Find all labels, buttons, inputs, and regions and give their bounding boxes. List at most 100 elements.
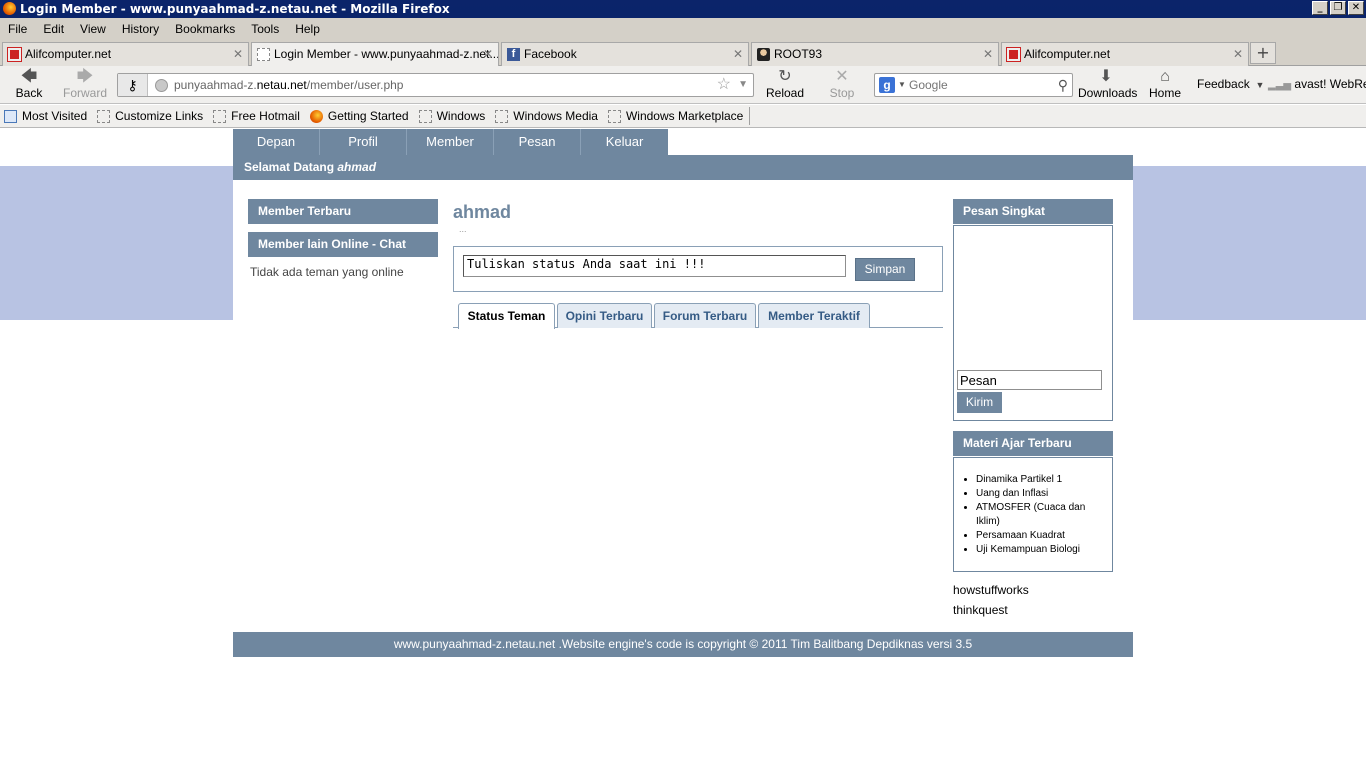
tab-close-icon[interactable]: ✕ [1233,43,1243,65]
tab-member-teraktif[interactable]: Member Teraktif [758,303,870,328]
back-arrow-icon: 🡄 [20,68,38,85]
no-friends-online-text: Tidak ada teman yang online [250,265,404,279]
stop-button[interactable]: ✕ Stop [826,68,858,100]
menu-tools[interactable]: Tools [251,22,279,36]
firefox-icon [3,2,16,15]
menu-file[interactable]: File [8,22,27,36]
url-text[interactable]: punyaahmad-z.netau.net/member/user.php [174,74,403,96]
bookmark-most-visited[interactable]: Most Visited [4,109,87,123]
tab-alifcomputer-1[interactable]: Alifcomputer.net ✕ [2,42,249,66]
tab-label: Alifcomputer.net [1024,47,1111,61]
url-dropdown-icon[interactable]: ▼ [738,74,748,96]
alifcomputer-favicon [1006,47,1021,62]
nav-depan[interactable]: Depan [233,129,320,155]
menu-help[interactable]: Help [295,22,320,36]
forward-arrow-icon: 🡆 [76,68,94,85]
search-input[interactable] [909,76,1049,94]
close-window-button[interactable]: ✕ [1348,1,1364,15]
tab-close-icon[interactable]: ✕ [983,43,993,65]
avast-webrep-button[interactable]: ▂▃▅ avast! WebRep [1268,77,1366,91]
window-titlebar: Login Member - www.punyaahmad-z.netau.ne… [0,0,1366,18]
tab-close-icon[interactable]: ✕ [483,43,493,65]
globe-icon [155,79,168,92]
member-terbaru-header[interactable]: Member Terbaru [248,199,438,224]
minimize-button[interactable]: _ [1312,1,1328,15]
tab-close-icon[interactable]: ✕ [233,43,243,65]
site-top-nav: Depan Profil Member Pesan Keluar [233,129,668,155]
tab-facebook[interactable]: f Facebook ✕ [501,42,749,66]
tab-label: Login Member - www.punyaahmad-z.net... [274,47,499,61]
menu-view[interactable]: View [80,22,106,36]
materi-item[interactable]: Persamaan Kuadrat [976,529,1106,543]
nav-member[interactable]: Member [407,129,494,155]
tab-status-teman[interactable]: Status Teman [458,303,555,329]
status-textarea[interactable]: Tuliskan status Anda saat ini !!! [463,255,846,277]
new-tab-button[interactable]: + [1250,42,1276,64]
pesan-singkat-header: Pesan Singkat [953,199,1113,224]
link-howstuffworks[interactable]: howstuffworks [953,583,1029,597]
materi-item[interactable]: Uji Kemampuan Biologi [976,543,1106,557]
tab-opini-terbaru[interactable]: Opini Terbaru [557,303,652,328]
bookmark-star-icon[interactable]: ☆ [717,74,731,96]
page-content: Depan Profil Member Pesan Keluar Selamat… [0,129,1366,766]
site-identity-key-icon[interactable]: ⚷ [118,74,148,96]
bookmark-page-icon [607,109,621,123]
welcome-username: ahmad [337,160,377,174]
search-magnifier-icon[interactable]: ⚲ [1058,74,1068,96]
menu-edit[interactable]: Edit [43,22,64,36]
feedback-button[interactable]: Feedback ▼ [1197,77,1264,91]
tab-forum-terbaru[interactable]: Forum Terbaru [654,303,756,328]
tab-root93[interactable]: ROOT93 ✕ [751,42,999,66]
downloads-button[interactable]: ⬇ Downloads [1078,68,1137,100]
bookmark-customize-links[interactable]: Customize Links [97,109,203,123]
materi-item[interactable]: Dinamika Partikel 1 [976,473,1106,487]
google-engine-icon[interactable]: g [879,77,895,93]
engine-dropdown-icon[interactable]: ▼ [898,74,906,96]
simpan-button[interactable]: Simpan [855,258,915,281]
kirim-button[interactable]: Kirim [957,392,1002,413]
status-ellipsis: ... [459,224,467,234]
tab-close-icon[interactable]: ✕ [733,43,743,65]
tab-login-member[interactable]: Login Member - www.punyaahmad-z.net... ✕ [251,42,499,67]
search-bar[interactable]: g ▼ ⚲ [874,73,1073,97]
firefox-icon [309,109,323,123]
pesan-input[interactable] [957,370,1102,390]
back-button[interactable]: 🡄 Back [12,68,46,100]
home-button[interactable]: ⌂ Home [1148,68,1182,100]
bookmark-free-hotmail[interactable]: Free Hotmail [213,109,300,123]
materi-item[interactable]: ATMOSFER (Cuaca dan Iklim) [976,501,1106,529]
link-thinkquest[interactable]: thinkquest [953,603,1008,617]
bookmark-getting-started[interactable]: Getting Started [309,109,409,123]
restore-button[interactable]: ❐ [1330,1,1346,15]
bookmark-page-icon [213,109,227,123]
member-online-chat-header[interactable]: Member lain Online - Chat [248,232,438,257]
menu-bookmarks[interactable]: Bookmarks [175,22,235,36]
bookmark-windows-media[interactable]: Windows Media [495,109,598,123]
menu-history[interactable]: History [122,22,159,36]
reload-button[interactable]: ↻ Reload [766,68,804,100]
bookmark-page-icon [418,109,432,123]
tab-alifcomputer-2[interactable]: Alifcomputer.net ✕ [1001,42,1249,66]
welcome-banner: Selamat Datang ahmad [233,155,1133,180]
bookmark-windows[interactable]: Windows [418,109,485,123]
shoutbox: Kirim [953,225,1113,421]
menu-bar: File Edit View History Bookmarks Tools H… [0,18,1366,40]
tab-label: Facebook [524,47,577,61]
bookmark-windows-marketplace[interactable]: Windows Marketplace [607,109,743,123]
tab-label: Alifcomputer.net [25,47,112,61]
alifcomputer-favicon [7,47,22,62]
download-arrow-icon: ⬇ [1099,68,1113,85]
forward-button[interactable]: 🡆 Forward [62,68,108,100]
nav-pesan[interactable]: Pesan [494,129,581,155]
toolbar-separator [749,107,751,125]
materi-ajar-list: Dinamika Partikel 1 Uang dan Inflasi ATM… [953,457,1113,572]
site-footer: www.punyaahmad-z.netau.net .Website engi… [233,632,1133,657]
bookmarks-toolbar: Most Visited Customize Links Free Hotmai… [0,105,1366,128]
nav-keluar[interactable]: Keluar [581,129,668,155]
nav-profil[interactable]: Profil [320,129,407,155]
materi-item[interactable]: Uang dan Inflasi [976,487,1106,501]
window-title: Login Member - www.punyaahmad-z.netau.ne… [20,2,450,16]
root93-favicon [757,48,770,61]
facebook-favicon: f [507,48,520,61]
url-bar[interactable]: ⚷ punyaahmad-z.netau.net/member/user.php… [117,73,754,97]
